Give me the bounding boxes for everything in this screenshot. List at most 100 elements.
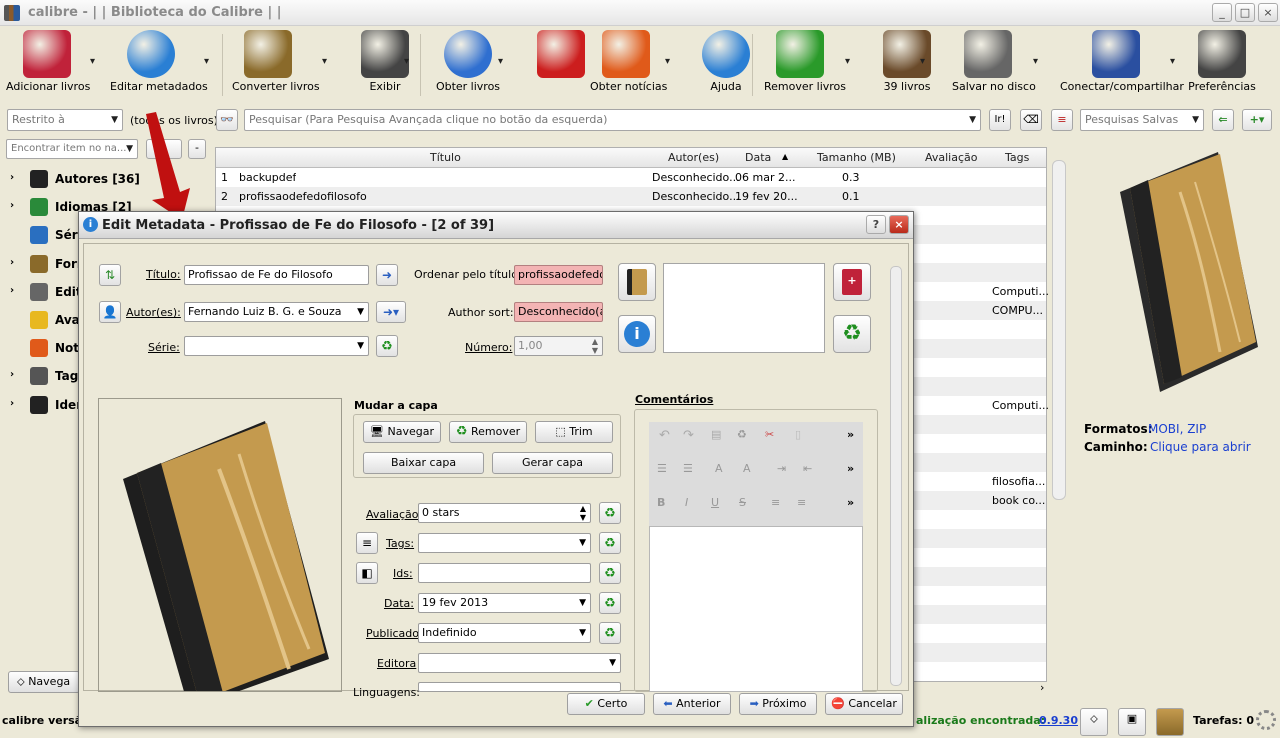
toolbar-item-6[interactable]: Obter notícias xyxy=(590,30,667,93)
bold-icon[interactable]: B xyxy=(657,496,665,509)
toolbar-dropdown-arrow-icon[interactable]: ▾ xyxy=(845,56,850,67)
expand-arrow-icon[interactable]: › xyxy=(10,398,14,409)
search-input[interactable]: Pesquisar (Para Pesquisa Avançada clique… xyxy=(244,109,981,131)
generate-cover-button[interactable]: Gerar capa xyxy=(492,452,613,474)
table-row[interactable]: 1 backupdef Desconhecido... 06 mar 2... 0.3 xyxy=(216,168,1046,187)
toolbar-dropdown-arrow-icon[interactable]: ▾ xyxy=(1170,56,1175,67)
dialog-help-button[interactable]: ? xyxy=(866,215,886,234)
comments-editor[interactable] xyxy=(649,526,863,692)
toolbar-item-1[interactable]: Editar metadados xyxy=(110,30,208,93)
col-size[interactable]: Tamanho (MB) xyxy=(817,151,896,164)
font-size-down-icon[interactable]: A xyxy=(715,462,723,475)
toolbar-dropdown-arrow-icon[interactable]: ▾ xyxy=(322,56,327,67)
dialog-scrollbar[interactable] xyxy=(890,266,902,686)
toolbar-item-2[interactable]: Converter livros xyxy=(232,30,320,93)
clear-date-button[interactable]: ♻ xyxy=(599,592,621,614)
expand-arrow-icon[interactable]: › xyxy=(10,172,14,183)
clear-search-button[interactable]: ⌫ xyxy=(1020,109,1042,131)
clear-published-button[interactable]: ♻ xyxy=(599,622,621,644)
expand-arrow-icon[interactable]: › xyxy=(10,369,14,380)
recycle-small-icon[interactable]: ♻ xyxy=(737,428,747,441)
more-3-icon[interactable]: » xyxy=(847,496,854,509)
col-rating[interactable]: Avaliação xyxy=(925,151,978,164)
book-details-button[interactable] xyxy=(1156,708,1184,736)
tag-editor-button[interactable]: ⬦ xyxy=(1080,708,1108,736)
restrict-combo[interactable]: Restrito à ▼ xyxy=(7,109,123,131)
copy-search-button[interactable]: ⇐ xyxy=(1212,109,1234,131)
version-link[interactable]: 0.9.30 xyxy=(1039,714,1078,727)
toolbar-item-5[interactable] xyxy=(525,30,597,80)
next-button[interactable]: ➡ Próximo xyxy=(739,693,817,715)
expand-arrow-icon[interactable]: › xyxy=(10,200,14,211)
list-ordered-icon[interactable]: ☰ xyxy=(657,462,667,475)
toolbar-dropdown-arrow-icon[interactable]: ▾ xyxy=(90,56,95,67)
strike-icon[interactable]: S xyxy=(739,496,746,509)
series-number-field[interactable]: 1,00 ▲ ▼ xyxy=(514,336,603,356)
languages-field[interactable] xyxy=(418,682,621,692)
trim-cover-button[interactable]: ⬚ Trim xyxy=(535,421,613,443)
path-link[interactable]: Clique para abrir xyxy=(1150,440,1251,454)
cover-thumbnail[interactable] xyxy=(1090,152,1260,392)
browse-cover-button[interactable]: 🖥 Navegar xyxy=(363,421,441,443)
list-bullet-icon[interactable]: ☰ xyxy=(683,462,693,475)
download-cover-button[interactable]: Baixar capa xyxy=(363,452,484,474)
toolbar-dropdown-arrow-icon[interactable]: ▾ xyxy=(920,56,925,67)
cancel-button[interactable]: ⛔ Cancelar xyxy=(825,693,903,715)
publisher-field[interactable]: ▼ xyxy=(418,653,621,673)
minimize-button[interactable]: _ xyxy=(1212,3,1232,22)
toolbar-item-4[interactable]: Obter livros xyxy=(432,30,504,93)
copy-icon[interactable]: ▤ xyxy=(711,428,721,441)
authors-field[interactable]: Fernando Luiz B. G. e Souza ▼ xyxy=(184,302,369,322)
remove-format-button[interactable]: ♻ xyxy=(833,315,871,353)
info-button[interactable]: i xyxy=(618,315,656,353)
underline-icon[interactable]: U xyxy=(711,496,719,509)
more-1-icon[interactable]: » xyxy=(847,428,854,441)
saved-search-flag-icon[interactable]: ≡ xyxy=(1051,109,1073,131)
col-tags[interactable]: Tags xyxy=(1005,151,1029,164)
go-search-button[interactable]: Ir! xyxy=(989,109,1011,131)
col-title[interactable]: Título xyxy=(430,151,461,164)
cover-image[interactable] xyxy=(98,398,342,692)
table-hscroll-right-icon[interactable]: › xyxy=(1040,681,1044,694)
align-left-icon[interactable]: ≡ xyxy=(771,496,780,509)
expand-arrow-icon[interactable]: › xyxy=(10,257,14,268)
toolbar-item-0[interactable]: Adicionar livros xyxy=(6,30,90,93)
toolbar-dropdown-arrow-icon[interactable]: ▾ xyxy=(498,56,503,67)
toolbar-item-8[interactable]: Remover livros xyxy=(764,30,846,93)
navigate-button[interactable]: ⬦ Navega xyxy=(8,671,80,693)
toolbar-dropdown-arrow-icon[interactable]: ▾ xyxy=(204,56,209,67)
toolbar-dropdown-arrow-icon[interactable]: ▾ xyxy=(665,56,670,67)
rating-field[interactable]: 0 stars ▲ ▼ xyxy=(418,503,591,523)
paste-icon[interactable]: ▯ xyxy=(795,428,801,441)
more-2-icon[interactable]: » xyxy=(847,462,854,475)
cover-book-button[interactable] xyxy=(618,263,656,301)
table-scrollbar[interactable] xyxy=(1052,160,1066,500)
maximize-button[interactable]: □ xyxy=(1235,3,1255,22)
toolbar-dropdown-arrow-icon[interactable]: ▾ xyxy=(404,56,409,67)
toolbar-item-3[interactable]: Exibir xyxy=(349,30,421,93)
author-sort-field[interactable]: Desconhecido(a) xyxy=(514,302,603,322)
clear-tags-button[interactable]: ♻ xyxy=(599,532,621,554)
toolbar-item-10[interactable]: Salvar no disco xyxy=(952,30,1036,93)
clear-series-button[interactable]: ♻ xyxy=(376,335,398,357)
formats-box[interactable] xyxy=(663,263,825,353)
close-window-button[interactable]: × xyxy=(1258,3,1278,22)
layout-button[interactable]: ▣ xyxy=(1118,708,1146,736)
clear-rating-button[interactable]: ♻ xyxy=(599,502,621,524)
date-field[interactable]: 19 fev 2013 ▼ xyxy=(418,593,591,613)
ok-button[interactable]: ✔ Certo xyxy=(567,693,645,715)
outdent-icon[interactable]: ⇤ xyxy=(803,462,812,475)
font-size-up-icon[interactable]: A xyxy=(743,462,751,475)
title-field[interactable]: Profissao de Fe do Filosofo xyxy=(184,265,369,285)
table-row[interactable]: 2 profissaodefedofilosofo Desconhecido... 1… xyxy=(216,187,1046,206)
toolbar-item-11[interactable]: Conectar/compartilhar xyxy=(1060,30,1184,93)
italic-icon[interactable]: I xyxy=(685,496,688,509)
toolbar-dropdown-arrow-icon[interactable]: ▾ xyxy=(1033,56,1038,67)
tags-field[interactable]: ▼ xyxy=(418,533,591,553)
formats-link[interactable]: MOBI, ZIP xyxy=(1148,422,1206,436)
swap-title-author-button[interactable]: ⇅ xyxy=(99,264,121,286)
toolbar-item-9[interactable]: 39 livros xyxy=(871,30,943,93)
find-item-combo[interactable]: Encontrar item no na... ▼ xyxy=(6,139,138,159)
align-center-icon[interactable]: ≡ xyxy=(797,496,806,509)
remove-cover-button[interactable]: ♻ Remover xyxy=(449,421,527,443)
